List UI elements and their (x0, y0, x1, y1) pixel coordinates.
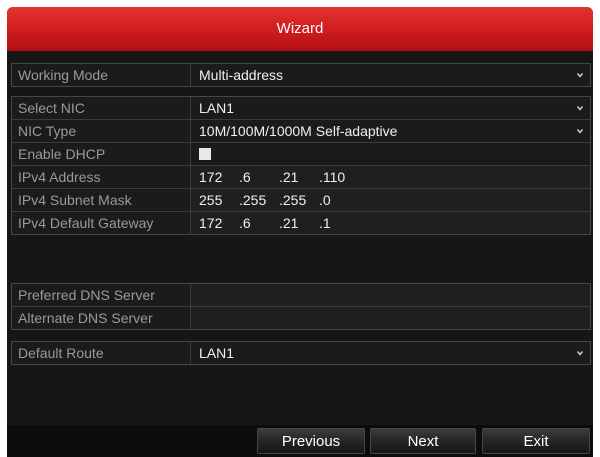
default-gateway-row: IPv4 Default Gateway 172 .6 .21 .1 (12, 212, 590, 234)
wizard-window: Wizard Working Mode Multi-address Select… (7, 7, 593, 457)
preferred-dns-label: Preferred DNS Server (12, 284, 191, 306)
ip-octet: .6 (239, 169, 251, 185)
ip-octet: .21 (279, 169, 299, 185)
subnet-mask-row: IPv4 Subnet Mask 255 .255 .255 .0 (12, 189, 590, 212)
ipv4-address-label: IPv4 Address (12, 166, 191, 188)
enable-dhcp-label: Enable DHCP (12, 143, 191, 165)
nic-type-dropdown[interactable]: 10M/100M/1000M Self-adaptive (191, 120, 590, 142)
working-mode-group: Working Mode Multi-address (11, 63, 591, 87)
nic-type-row: NIC Type 10M/100M/1000M Self-adaptive (12, 120, 590, 143)
alternate-dns-label: Alternate DNS Server (12, 307, 191, 329)
preferred-dns-row: Preferred DNS Server (12, 284, 590, 307)
enable-dhcp-row: Enable DHCP (12, 143, 590, 166)
chevron-down-icon (576, 73, 584, 78)
ip-octet: 255 (199, 192, 223, 208)
default-route-dropdown[interactable]: LAN1 (191, 342, 590, 364)
ip-octet: .21 (279, 215, 299, 231)
nic-type-value: 10M/100M/1000M Self-adaptive (199, 123, 398, 139)
subnet-mask-field[interactable]: 255 .255 .255 .0 (191, 189, 590, 211)
chevron-down-icon (576, 106, 584, 111)
network-group: Select NIC LAN1 NIC Type 10M/100M/1000M … (11, 96, 591, 235)
ip-octet: .6 (239, 215, 251, 231)
ip-octet: 172 (199, 215, 223, 231)
previous-button[interactable]: Previous (257, 428, 365, 454)
window-title: Wizard (7, 7, 593, 51)
working-mode-dropdown[interactable]: Multi-address (191, 64, 590, 86)
next-button[interactable]: Next (370, 428, 476, 454)
ip-octet: 172 (199, 169, 223, 185)
default-gateway-field[interactable]: 172 .6 .21 .1 (191, 212, 590, 234)
chevron-down-icon (576, 351, 584, 356)
select-nic-value: LAN1 (199, 100, 235, 116)
select-nic-label: Select NIC (12, 97, 191, 119)
route-group: Default Route LAN1 (11, 341, 591, 365)
default-route-label: Default Route (12, 342, 191, 364)
select-nic-dropdown[interactable]: LAN1 (191, 97, 590, 119)
working-mode-value: Multi-address (199, 67, 284, 83)
nic-type-label: NIC Type (12, 120, 191, 142)
chevron-down-icon (576, 129, 584, 134)
ip-octet: .110 (319, 169, 346, 185)
exit-button[interactable]: Exit (482, 428, 590, 454)
select-nic-row: Select NIC LAN1 (12, 97, 590, 120)
wizard-content: Working Mode Multi-address Select NIC LA… (7, 51, 593, 457)
default-gateway-label: IPv4 Default Gateway (12, 212, 191, 234)
ip-octet: .1 (319, 215, 331, 231)
ip-octet: .0 (319, 192, 331, 208)
preferred-dns-field[interactable] (191, 284, 590, 306)
enable-dhcp-checkbox[interactable] (199, 148, 211, 160)
default-route-value: LAN1 (199, 345, 235, 361)
working-mode-label: Working Mode (12, 64, 191, 86)
alternate-dns-row: Alternate DNS Server (12, 307, 590, 329)
working-mode-row: Working Mode Multi-address (12, 64, 590, 86)
enable-dhcp-cell (191, 143, 590, 165)
ipv4-address-row: IPv4 Address 172 .6 .21 .110 (12, 166, 590, 189)
ipv4-address-field[interactable]: 172 .6 .21 .110 (191, 166, 590, 188)
default-route-row: Default Route LAN1 (12, 342, 590, 364)
ip-octet: .255 (279, 192, 307, 208)
wizard-footer: Previous Next Exit (7, 425, 593, 457)
subnet-mask-label: IPv4 Subnet Mask (12, 189, 191, 211)
ip-octet: .255 (239, 192, 267, 208)
alternate-dns-field[interactable] (191, 307, 590, 329)
dns-group: Preferred DNS Server Alternate DNS Serve… (11, 283, 591, 330)
